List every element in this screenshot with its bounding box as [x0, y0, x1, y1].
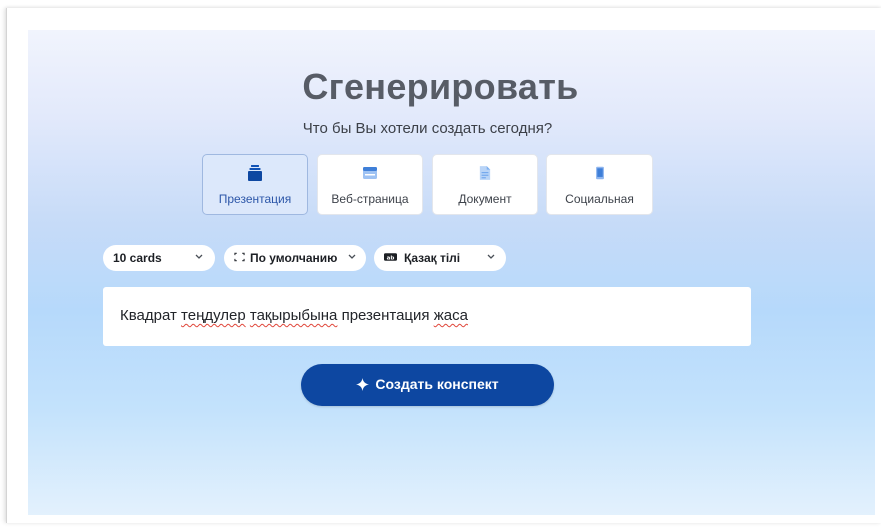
- prompt-word-misspelled: тақырыбына: [249, 307, 338, 324]
- theme-value: По умолчанию: [250, 251, 338, 265]
- prompt-word: Квадрат: [120, 307, 177, 324]
- type-card-label: Документ: [458, 192, 512, 206]
- create-outline-content: Создать конспект: [301, 376, 554, 392]
- type-card-presentation[interactable]: Презентация: [202, 154, 308, 215]
- chevron-down-icon: [348, 254, 356, 259]
- type-card-social[interactable]: Социальная: [546, 154, 653, 215]
- type-card-label: Веб-страница: [331, 192, 409, 206]
- prompt-word-misspelled: жаса: [433, 307, 468, 324]
- create-outline-button[interactable]: Создать конспект: [301, 364, 554, 406]
- type-card-webpage[interactable]: Веб-страница: [317, 154, 423, 215]
- theme-select[interactable]: По умолчанию: [224, 245, 366, 271]
- prompt-input[interactable]: Квадрат теңдулер тақырыбына презентация …: [103, 287, 751, 346]
- cards-count-select[interactable]: 10 cards: [103, 245, 215, 271]
- chevron-down-icon: [487, 254, 495, 259]
- prompt-word-misspelled: теңдулер: [181, 307, 246, 324]
- svg-text:ab: ab: [387, 255, 395, 261]
- type-card-label: Презентация: [218, 192, 292, 206]
- browser-icon: [363, 167, 377, 179]
- page-subtitle: Что бы Вы хотели создать сегодня?: [302, 120, 553, 137]
- prompt-word: презентация: [341, 307, 430, 324]
- language-icon: ab: [384, 253, 397, 261]
- prompt-text: Квадрат теңдулер тақырыбына презентация …: [120, 307, 468, 324]
- cards-count-value: 10 cards: [113, 251, 162, 265]
- type-card-label: Социальная: [565, 192, 634, 206]
- language-value: Қазақ тілі: [404, 251, 461, 265]
- type-card-document[interactable]: Документ: [432, 154, 538, 215]
- language-select[interactable]: ab Қазақ тілі: [374, 245, 506, 271]
- document-icon: [479, 166, 491, 180]
- stack-icon: [248, 165, 262, 181]
- phone-icon: [595, 166, 604, 180]
- create-outline-label: Создать конспект: [375, 376, 499, 392]
- page-title: Сгенерировать: [302, 66, 579, 107]
- sparkle-icon: [356, 378, 370, 391]
- chevron-down-icon: [195, 254, 203, 259]
- aspect-ratio-icon: [234, 252, 245, 262]
